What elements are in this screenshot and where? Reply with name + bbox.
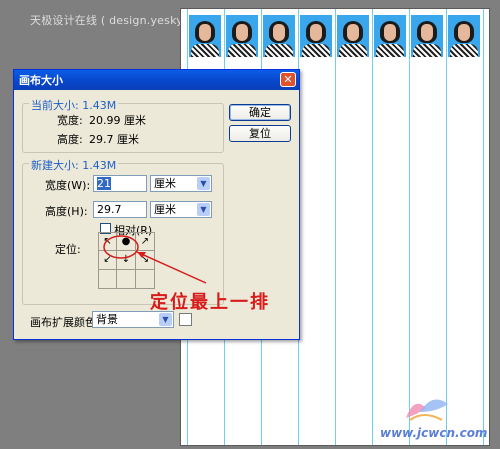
anchor-label: 定位: [55, 243, 81, 256]
close-icon[interactable]: ✕ [280, 72, 296, 87]
current-size-group: 当前大小: 1.43M 宽度: 20.99 厘米 高度: 29.7 厘米 [22, 97, 224, 153]
current-height-label: 高度: [57, 133, 83, 146]
annotation-text: 定位最上一排 [150, 292, 270, 313]
guide-line [483, 9, 484, 445]
width-input[interactable]: 21 [93, 175, 147, 192]
anchor-cell[interactable] [117, 270, 136, 289]
photo-row [189, 15, 480, 57]
current-size-legend: 当前大小: 1.43M [29, 97, 119, 113]
ext-color-label: 画布扩展颜色: [30, 316, 100, 329]
current-height-value: 29.7 厘米 [89, 133, 139, 146]
width-unit-select[interactable]: 厘米 ▼ [150, 175, 212, 192]
height-unit-value: 厘米 [154, 203, 176, 216]
chevron-down-icon[interactable]: ▼ [159, 313, 172, 326]
anchor-cell[interactable]: ↙ [98, 251, 117, 270]
height-unit-select[interactable]: 厘米 ▼ [150, 201, 212, 218]
width-unit-value: 厘米 [154, 177, 176, 190]
id-photo [300, 15, 332, 57]
width-input-value: 21 [97, 177, 111, 190]
new-height-label: 高度(H): [45, 205, 88, 218]
anchor-cell[interactable]: ↖ [98, 232, 117, 251]
id-photo [374, 15, 406, 57]
chevron-down-icon[interactable]: ▼ [197, 177, 210, 190]
guide-line [446, 9, 447, 445]
dialog-titlebar[interactable]: 画布大小 ✕ [14, 70, 299, 90]
anchor-cell[interactable]: ↘ [136, 251, 155, 270]
id-photo [189, 15, 221, 57]
dialog-title: 画布大小 [19, 74, 63, 87]
ext-color-swatch[interactable] [179, 313, 192, 326]
anchor-cell-selected[interactable]: ● [117, 232, 136, 251]
id-photo [411, 15, 443, 57]
anchor-cell[interactable] [98, 270, 117, 289]
ok-button[interactable]: 确定 [229, 104, 291, 121]
current-width-label: 宽度: [57, 114, 83, 127]
new-width-label: 宽度(W): [45, 179, 91, 192]
reset-button[interactable]: 复位 [229, 125, 291, 142]
id-photo [337, 15, 369, 57]
height-input[interactable]: 29.7 [93, 201, 147, 218]
id-photo [263, 15, 295, 57]
anchor-grid: ↖ ● ↗ ↙ ↓ ↘ [98, 232, 155, 289]
ext-color-value: 背景 [96, 313, 118, 326]
current-width-value: 20.99 厘米 [89, 114, 146, 127]
id-photo [226, 15, 258, 57]
site-logo-icon [406, 399, 448, 421]
guide-line [409, 9, 410, 445]
site-url: www.jcwcn.com [380, 426, 488, 440]
anchor-cell[interactable]: ↗ [136, 232, 155, 251]
guide-line [335, 9, 336, 445]
guide-line [372, 9, 373, 445]
anchor-cell[interactable]: ↓ [117, 251, 136, 270]
id-photo [448, 15, 480, 57]
chevron-down-icon[interactable]: ▼ [197, 203, 210, 216]
anchor-cell[interactable] [136, 270, 155, 289]
new-size-legend: 新建大小: 1.43M [29, 157, 119, 173]
